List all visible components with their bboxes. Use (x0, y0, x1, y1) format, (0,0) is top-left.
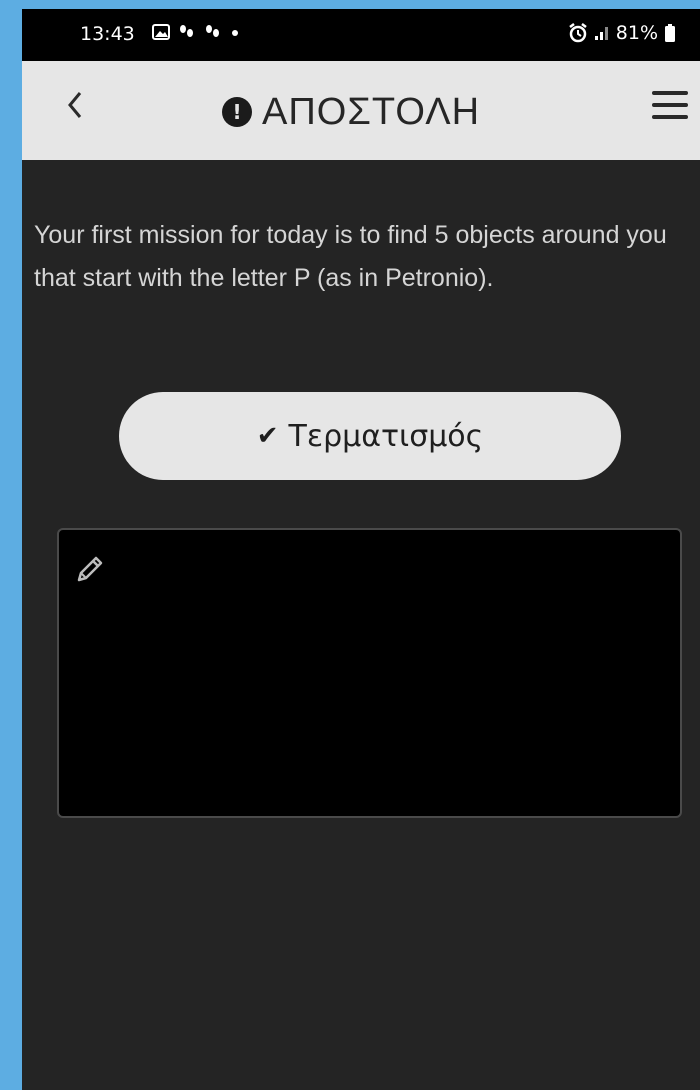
footsteps-icon (180, 25, 193, 37)
gallery-icon (152, 24, 170, 40)
hamburger-icon-line (652, 115, 688, 119)
dot-icon (232, 30, 238, 36)
hamburger-icon (652, 91, 688, 95)
alarm-icon (569, 23, 587, 43)
alert-icon: ! (222, 97, 252, 127)
phone-screen: 13:43 81% ! ΑΠΟΣΤΟΛΗ Your first mission … (22, 9, 700, 1090)
check-icon: ✔ (256, 421, 279, 451)
status-notification-icons (152, 23, 240, 41)
battery-percent: 81% (615, 22, 658, 44)
hamburger-icon-line (652, 103, 688, 107)
footsteps-icon (206, 25, 219, 37)
finish-button-label: Τερματισμός (288, 418, 484, 454)
status-bar: 13:43 81% (22, 9, 700, 61)
chevron-left-icon (68, 92, 82, 118)
status-system-icons: 81% (568, 22, 676, 44)
back-button[interactable] (60, 85, 100, 135)
status-time: 13:43 (80, 23, 135, 45)
header-title-group: ! ΑΠΟΣΤΟΛΗ (222, 85, 480, 139)
menu-button[interactable] (652, 91, 688, 127)
finish-button[interactable]: ✔ Τερματισμός (119, 392, 621, 480)
app-header: ! ΑΠΟΣΤΟΛΗ (22, 61, 700, 160)
page-title: ΑΠΟΣΤΟΛΗ (262, 90, 481, 133)
mission-description: Your first mission for today is to find … (34, 221, 667, 292)
notes-input[interactable] (57, 528, 682, 818)
battery-icon (665, 24, 675, 42)
pencil-icon (77, 556, 103, 582)
signal-icon (594, 27, 608, 40)
